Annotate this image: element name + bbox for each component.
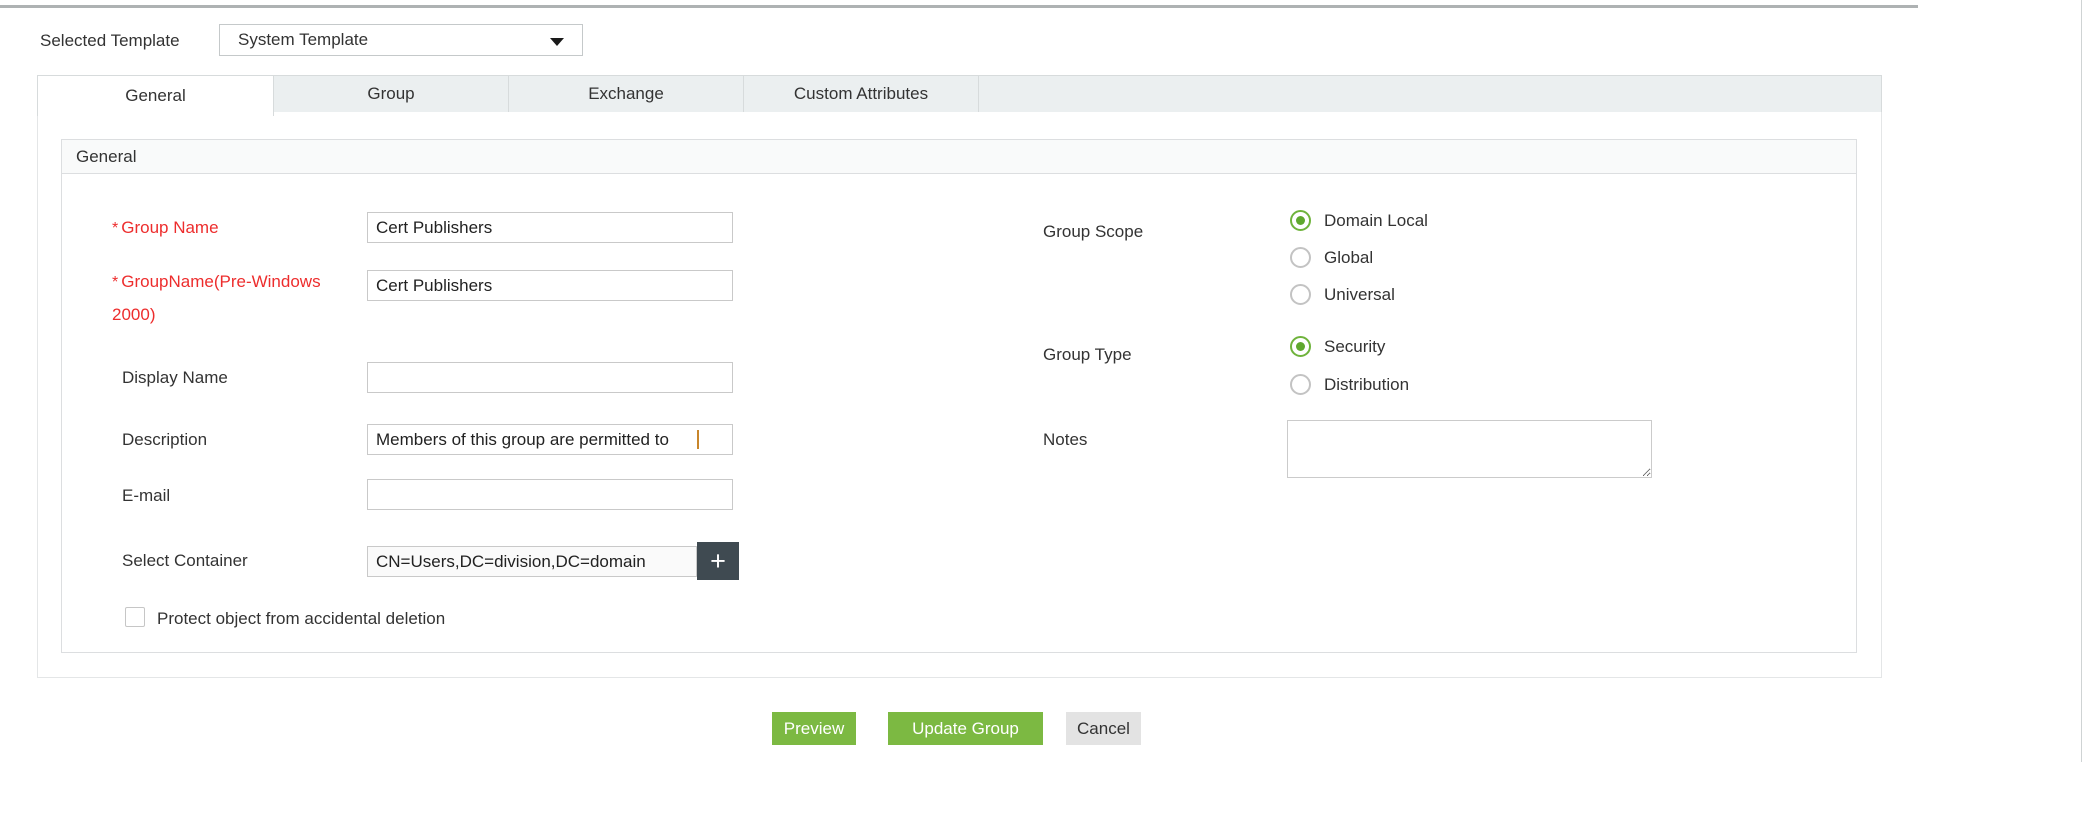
pre-windows-name-label: *GroupName(Pre-Windows 2000)	[112, 266, 362, 331]
radio-selected-icon	[1290, 336, 1311, 357]
plus-icon: +	[710, 548, 726, 575]
top-divider	[0, 5, 1918, 8]
radio-domain-local[interactable]: Domain Local	[1290, 210, 1428, 231]
required-icon: *	[112, 220, 118, 237]
notes-textarea[interactable]	[1287, 420, 1652, 478]
required-icon: *	[112, 274, 118, 291]
radio-distribution[interactable]: Distribution	[1290, 374, 1409, 395]
notes-field-wrap	[1287, 420, 1652, 483]
description-label: Description	[122, 430, 207, 450]
general-section-header: General	[62, 140, 1856, 174]
tab-custom-attributes[interactable]: Custom Attributes	[744, 76, 979, 112]
chevron-down-icon	[550, 38, 564, 46]
select-container-label: Select Container	[122, 551, 248, 571]
pre-windows-name-input[interactable]	[367, 270, 733, 301]
display-name-label: Display Name	[122, 368, 228, 388]
radio-universal[interactable]: Universal	[1290, 284, 1395, 305]
radio-unselected-icon	[1290, 374, 1311, 395]
notes-label: Notes	[1043, 430, 1087, 450]
general-section: General	[61, 139, 1857, 653]
pre-windows-name-field-wrap	[367, 270, 733, 301]
tab-group[interactable]: Group	[274, 76, 509, 112]
protect-object-checkbox[interactable]	[125, 607, 145, 627]
update-group-button[interactable]: Update Group	[888, 712, 1043, 745]
group-type-label: Group Type	[1043, 345, 1132, 365]
text-cursor	[697, 430, 699, 449]
selected-template-label: Selected Template	[40, 31, 180, 51]
email-field-wrap	[367, 479, 733, 510]
group-name-field-wrap	[367, 212, 733, 243]
add-container-button[interactable]: +	[697, 542, 739, 580]
general-section-title: General	[76, 147, 136, 167]
email-input[interactable]	[367, 479, 733, 510]
radio-unselected-icon	[1290, 284, 1311, 305]
radio-security[interactable]: Security	[1290, 336, 1385, 357]
tab-general[interactable]: General	[37, 75, 274, 116]
cancel-button[interactable]: Cancel	[1066, 712, 1141, 745]
group-name-input[interactable]	[367, 212, 733, 243]
right-edge-divider	[2081, 0, 2082, 762]
radio-unselected-icon	[1290, 247, 1311, 268]
radio-selected-icon	[1290, 210, 1311, 231]
select-container-input[interactable]	[367, 546, 697, 577]
select-container-field-wrap	[367, 546, 697, 577]
email-label: E-mail	[122, 486, 170, 506]
tab-bar: General Group Exchange Custom Attributes	[37, 75, 1882, 113]
display-name-input[interactable]	[367, 362, 733, 393]
template-dropdown-value: System Template	[220, 30, 368, 50]
tab-exchange[interactable]: Exchange	[509, 76, 744, 112]
template-dropdown[interactable]: System Template	[219, 24, 583, 56]
display-name-field-wrap	[367, 362, 733, 393]
preview-button[interactable]: Preview	[772, 712, 856, 745]
radio-global[interactable]: Global	[1290, 247, 1373, 268]
description-input[interactable]	[367, 424, 733, 455]
group-name-label: *Group Name	[112, 218, 219, 238]
group-scope-label: Group Scope	[1043, 222, 1143, 242]
description-field-wrap	[367, 424, 733, 455]
protect-object-label: Protect object from accidental deletion	[157, 609, 445, 629]
